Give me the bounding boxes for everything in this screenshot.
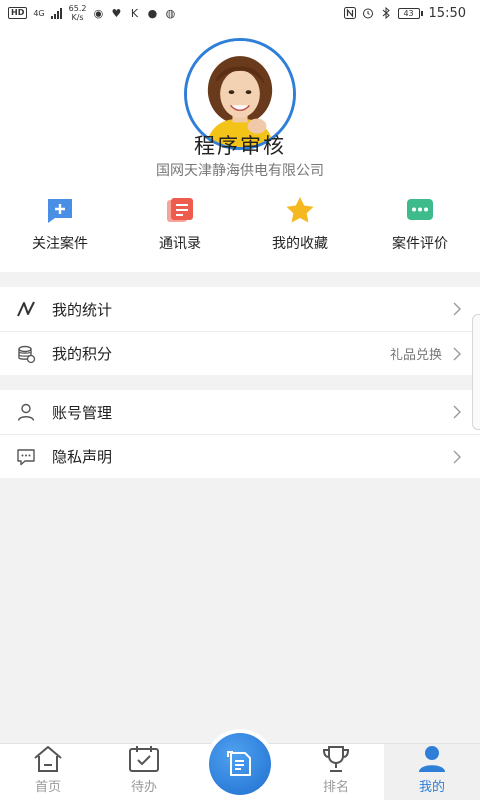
network-speed-value: 65.2 — [68, 4, 87, 13]
quick-action-label: 通讯录 — [159, 236, 201, 252]
user-icon — [16, 402, 36, 422]
coin-stack-icon — [16, 344, 36, 364]
chevron-right-icon — [452, 450, 462, 464]
tab-label: 我的 — [418, 780, 445, 795]
browser-icon: ◍ — [165, 6, 176, 20]
comment-dots-icon — [405, 196, 435, 224]
network-speed: 65.2 K/s — [69, 4, 87, 22]
tab-label: 待办 — [130, 780, 157, 795]
chevron-right-icon — [452, 347, 462, 361]
calendar-check-icon — [128, 745, 160, 773]
menu-item-label: 账号管理 — [52, 403, 113, 422]
menu-group-account: 账号管理 隐私声明 — [0, 390, 480, 478]
k-app-icon: K — [130, 6, 139, 20]
network-type: 4G — [33, 8, 45, 18]
tab-home[interactable]: 首页 — [0, 744, 96, 800]
star-icon — [285, 196, 315, 224]
bookmark-plus-icon — [45, 196, 75, 224]
tab-label: 首页 — [34, 780, 61, 795]
tab-ranking[interactable]: 排名 — [288, 744, 384, 800]
quick-action-label: 关注案件 — [32, 236, 88, 252]
quick-actions: 关注案件 通讯录 我的收藏 案件评价 — [0, 194, 480, 264]
menu-group-stats: 我的统计 我的积分 礼品兑换 — [0, 287, 480, 375]
menu-item-label: 隐私声明 — [52, 448, 113, 466]
clock: 15:50 — [428, 5, 466, 21]
battery-icon: 43 — [397, 7, 423, 19]
alarm-icon — [362, 7, 374, 19]
contacts-book-icon — [165, 196, 195, 224]
document-scan-icon — [227, 751, 251, 776]
tab-label: 排名 — [322, 780, 349, 795]
heart-rate-icon: ♥ — [111, 6, 122, 20]
message-icon: ● — [147, 6, 158, 20]
menu-item-label: 我的积分 — [52, 345, 113, 363]
quick-action-case-evaluation[interactable]: 案件评价 — [360, 194, 480, 264]
status-bar: HD 4G 65.2 K/s ◉ ♥ K ● ◍ 43 15:50 — [0, 0, 480, 26]
center-button-face — [209, 733, 271, 795]
menu-item-account-management[interactable]: 账号管理 — [0, 390, 480, 434]
bluetooth-icon — [380, 7, 392, 19]
status-bar-left: HD 4G 65.2 K/s ◉ ♥ K ● ◍ — [8, 4, 176, 22]
center-scan-button[interactable] — [205, 729, 275, 799]
chat-bubble-icon — [16, 447, 36, 467]
quick-action-favorites[interactable]: 我的收藏 — [240, 194, 360, 264]
nfc-icon — [343, 7, 356, 19]
tab-mine[interactable]: 我的 — [384, 744, 480, 800]
quick-action-contacts[interactable]: 通讯录 — [120, 194, 240, 264]
chevron-right-icon — [452, 302, 462, 316]
battery-level: 43 — [397, 7, 420, 19]
person-icon — [416, 745, 448, 773]
quick-action-followed-cases[interactable]: 关注案件 — [0, 194, 120, 264]
company-name: 国网天津静海供电有限公司 — [156, 163, 324, 179]
hd-indicator: HD — [8, 7, 28, 19]
status-bar-right: 43 15:50 — [343, 5, 466, 21]
trend-line-icon — [16, 299, 36, 319]
trophy-icon — [320, 745, 352, 773]
signal-icon — [50, 7, 63, 19]
user-name: 程序审核 — [194, 134, 286, 158]
menu-item-points[interactable]: 我的积分 礼品兑换 — [0, 331, 480, 375]
menu-item-statistics[interactable]: 我的统计 — [0, 287, 480, 331]
profile-header: 程序审核 国网天津静海供电有限公司 关注案件 通讯录 我的收藏 案件评价 — [0, 26, 480, 272]
chevron-right-icon — [452, 405, 462, 419]
tab-todo[interactable]: 待办 — [96, 744, 192, 800]
home-icon — [32, 745, 64, 773]
quick-action-label: 我的收藏 — [272, 236, 328, 252]
menu-item-label: 我的统计 — [52, 300, 113, 319]
app-notification-icon: ◉ — [93, 6, 104, 20]
menu-item-privacy-statement[interactable]: 隐私声明 — [0, 434, 480, 478]
network-speed-unit: K/s — [71, 13, 84, 22]
gift-exchange-link[interactable]: 礼品兑换 — [390, 344, 442, 363]
side-drawer-handle[interactable] — [472, 314, 480, 430]
quick-action-label: 案件评价 — [392, 236, 448, 252]
